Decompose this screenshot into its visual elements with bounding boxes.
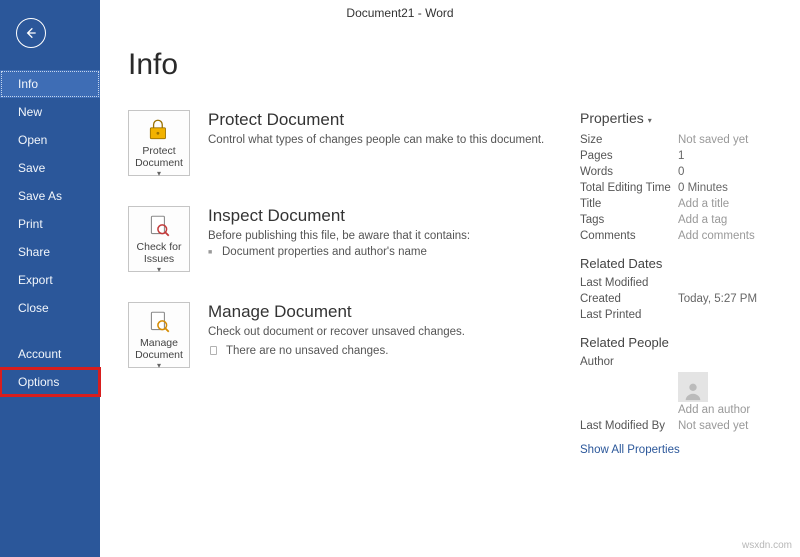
add-author-link[interactable]: Add an author — [678, 404, 750, 416]
inspect-desc: Before publishing this file, be aware th… — [208, 230, 470, 242]
manage-document-button-label: Manage Document — [129, 337, 189, 361]
properties-header-label: Properties — [580, 110, 644, 126]
backstage-sidebar: Info New Open Save Save As Print Share E… — [0, 0, 100, 557]
inspect-issue-item: Document properties and author's name — [208, 246, 470, 258]
check-for-issues-button[interactable]: Check for Issues ▾ — [128, 206, 190, 272]
prop-key-last-modified: Last Modified — [580, 277, 678, 289]
prop-val-words: 0 — [678, 166, 684, 178]
watermark: wsxdn.com — [742, 540, 792, 551]
back-button[interactable] — [16, 18, 46, 48]
sidebar-item-close[interactable]: Close — [0, 294, 100, 322]
prop-val-created: Today, 5:27 PM — [678, 293, 757, 305]
manage-document-button[interactable]: Manage Document ▾ — [128, 302, 190, 368]
prop-val-title[interactable]: Add a title — [678, 198, 729, 210]
info-column: Protect Document ▾ Protect Document Cont… — [128, 110, 580, 456]
manage-title: Manage Document — [208, 302, 465, 322]
prop-key-author: Author — [580, 356, 678, 368]
prop-val-editing-time: 0 Minutes — [678, 182, 728, 194]
properties-dropdown[interactable]: Properties ▾ — [580, 110, 780, 126]
document-icon — [208, 344, 220, 358]
check-for-issues-button-label: Check for Issues — [129, 241, 189, 265]
prop-key-size: Size — [580, 134, 678, 146]
sidebar-item-account[interactable]: Account — [0, 340, 100, 368]
related-people-header: Related People — [580, 335, 780, 350]
backstage-main: Info Protect Document ▾ Pr — [100, 0, 800, 557]
protect-document-button-label: Protect Document — [129, 145, 189, 169]
chevron-down-icon: ▾ — [157, 361, 161, 370]
show-all-properties-link[interactable]: Show All Properties — [580, 444, 780, 456]
prop-key-editing-time: Total Editing Time — [580, 182, 678, 194]
prop-val-size: Not saved yet — [678, 134, 748, 146]
prop-key-comments: Comments — [580, 230, 678, 242]
sidebar-item-options[interactable]: Options — [0, 368, 100, 396]
chevron-down-icon: ▾ — [157, 169, 161, 178]
no-unsaved-changes-text: There are no unsaved changes. — [226, 345, 388, 357]
prop-val-pages: 1 — [678, 150, 684, 162]
protect-document-button[interactable]: Protect Document ▾ — [128, 110, 190, 176]
person-icon — [682, 380, 704, 402]
prop-key-tags: Tags — [580, 214, 678, 226]
prop-key-title: Title — [580, 198, 678, 210]
manage-desc: Check out document or recover unsaved ch… — [208, 326, 465, 338]
protect-desc: Control what types of changes people can… — [208, 134, 544, 146]
sidebar-item-print[interactable]: Print — [0, 210, 100, 238]
chevron-down-icon: ▾ — [648, 116, 652, 125]
prop-key-words: Words — [580, 166, 678, 178]
sidebar-item-info[interactable]: Info — [0, 70, 100, 98]
properties-panel: Properties ▾ SizeNot saved yet Pages1 Wo… — [580, 110, 780, 456]
lock-shield-icon — [146, 117, 172, 143]
inspect-title: Inspect Document — [208, 206, 470, 226]
prop-key-pages: Pages — [580, 150, 678, 162]
prop-val-last-modified-by: Not saved yet — [678, 420, 748, 432]
section-inspect: Check for Issues ▾ Inspect Document Befo… — [128, 206, 580, 272]
document-manage-icon — [146, 309, 172, 335]
sidebar-item-new[interactable]: New — [0, 98, 100, 126]
nav-list: Info New Open Save Save As Print Share E… — [0, 70, 100, 396]
prop-val-tags[interactable]: Add a tag — [678, 214, 727, 226]
author-avatar-placeholder — [678, 372, 708, 402]
arrow-left-icon — [23, 25, 39, 41]
chevron-down-icon: ▾ — [157, 265, 161, 274]
sidebar-item-save[interactable]: Save — [0, 154, 100, 182]
sidebar-item-export[interactable]: Export — [0, 266, 100, 294]
document-search-icon — [146, 213, 172, 239]
section-protect: Protect Document ▾ Protect Document Cont… — [128, 110, 580, 176]
prop-key-last-modified-by: Last Modified By — [580, 420, 678, 432]
prop-val-comments[interactable]: Add comments — [678, 230, 755, 242]
sidebar-item-open[interactable]: Open — [0, 126, 100, 154]
prop-key-last-printed: Last Printed — [580, 309, 678, 321]
prop-key-created: Created — [580, 293, 678, 305]
section-manage: Manage Document ▾ Manage Document Check … — [128, 302, 580, 368]
protect-title: Protect Document — [208, 110, 544, 130]
sidebar-item-share[interactable]: Share — [0, 238, 100, 266]
sidebar-item-saveas[interactable]: Save As — [0, 182, 100, 210]
page-title: Info — [128, 48, 780, 82]
related-dates-header: Related Dates — [580, 256, 780, 271]
